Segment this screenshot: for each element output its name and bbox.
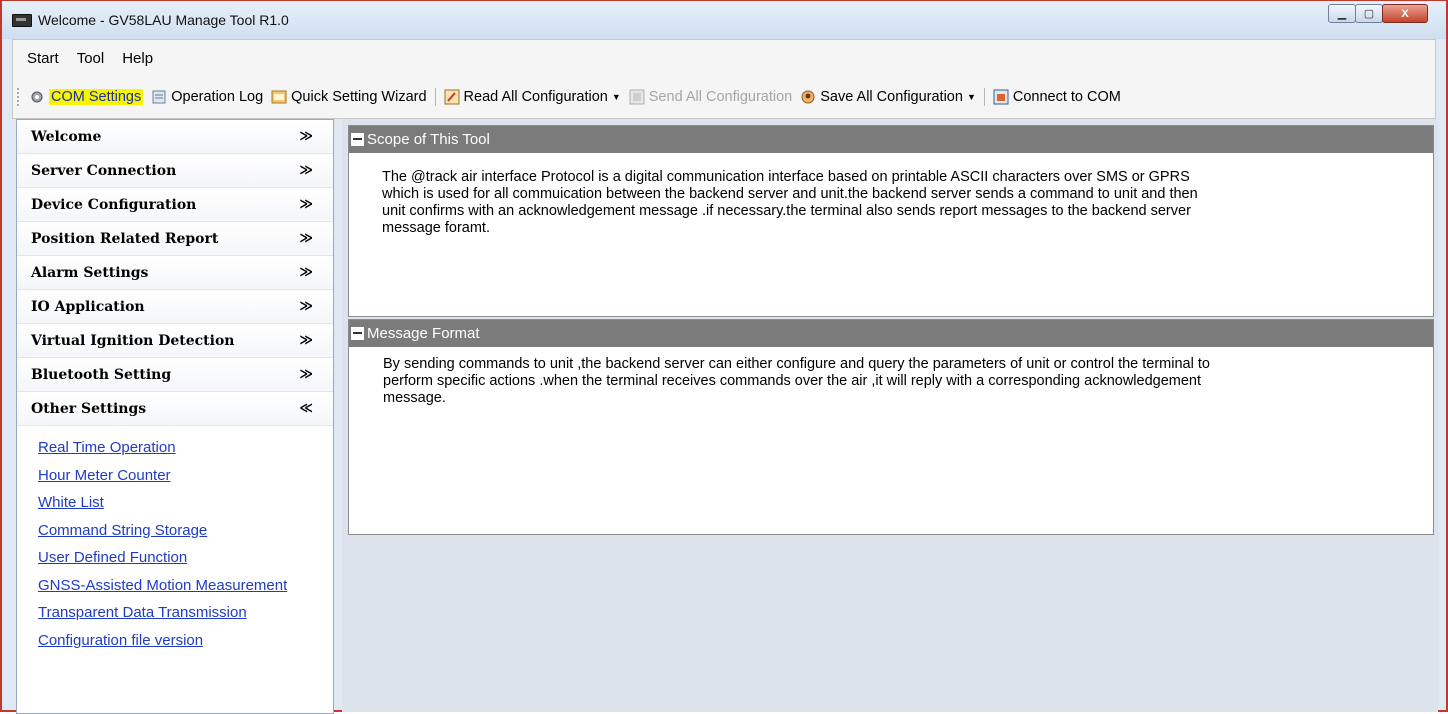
sidebar-item-label: Virtual Ignition Detection (31, 332, 235, 349)
chevron-double-down-icon[interactable]: ≫ (299, 299, 313, 314)
read-config-icon (444, 89, 460, 105)
link-gnss-assisted-motion-measurement[interactable]: GNSS-Assisted Motion Measurement (38, 572, 333, 600)
sidebar-item-device-configuration[interactable]: Device Configuration ≫ (17, 188, 333, 222)
sidebar-item-other-settings[interactable]: Other Settings ≪ (17, 392, 333, 426)
sidebar-item-position-related-report[interactable]: Position Related Report ≫ (17, 222, 333, 256)
link-command-string-storage[interactable]: Command String Storage (38, 517, 333, 545)
chevron-double-down-icon[interactable]: ≫ (299, 367, 313, 382)
toolbar-separator (983, 88, 985, 106)
link-transparent-data-transmission[interactable]: Transparent Data Transmission (38, 599, 333, 627)
chevron-double-down-icon[interactable]: ≫ (299, 197, 313, 212)
minimize-button[interactable]: ▁ (1328, 4, 1356, 23)
chevron-double-down-icon[interactable]: ≫ (299, 129, 313, 144)
chevron-double-down-icon[interactable]: ≫ (299, 231, 313, 246)
connect-icon (993, 89, 1009, 105)
sidebar-item-server-connection[interactable]: Server Connection ≫ (17, 154, 333, 188)
chevron-down-icon[interactable]: ▼ (967, 92, 976, 102)
app-window: Welcome - GV58LAU Manage Tool R1.0 ▁ ▢ X… (0, 0, 1448, 714)
chevron-double-down-icon[interactable]: ≫ (299, 333, 313, 348)
send-all-configuration-label: Send All Configuration (648, 89, 793, 105)
save-all-configuration-button[interactable]: Save All Configuration ▼ (800, 89, 976, 105)
gear-icon (29, 89, 45, 105)
sidebar-item-label: Device Configuration (31, 196, 197, 213)
menu-help[interactable]: Help (122, 50, 153, 67)
sidebar-item-label: Bluetooth Setting (31, 366, 172, 383)
link-user-defined-function[interactable]: User Defined Function (38, 544, 333, 572)
main-content: Scope of This Tool The @track air interf… (342, 119, 1438, 712)
sidebar-item-label: Welcome (31, 128, 102, 145)
scope-panel-body: The @track air interface Protocol is a d… (382, 169, 1198, 236)
wizard-icon (271, 89, 287, 105)
title-bar[interactable]: Welcome - GV58LAU Manage Tool R1.0 ▁ ▢ X (2, 1, 1446, 39)
sidebar-item-label: Position Related Report (31, 230, 219, 247)
save-all-configuration-label: Save All Configuration (820, 89, 963, 105)
chevron-double-down-icon[interactable]: ≫ (299, 265, 313, 280)
operation-log-button[interactable]: Operation Log (151, 89, 263, 105)
connect-to-com-button[interactable]: Connect to COM (993, 89, 1121, 105)
log-icon (151, 89, 167, 105)
maximize-button[interactable]: ▢ (1355, 4, 1383, 23)
toolbar: COM Settings Operation Log Quick Setting… (17, 84, 1431, 110)
read-all-configuration-button[interactable]: Read All Configuration ▼ (444, 89, 621, 105)
link-real-time-operation[interactable]: Real Time Operation (38, 434, 333, 462)
sidebar-item-bluetooth-setting[interactable]: Bluetooth Setting ≫ (17, 358, 333, 392)
sidebar-item-label: Alarm Settings (31, 264, 149, 281)
link-white-list[interactable]: White List (38, 489, 333, 517)
menu-toolbar-area: Start Tool Help COM Settings Operation L… (12, 39, 1436, 119)
chevron-double-up-icon[interactable]: ≪ (299, 401, 313, 416)
toolbar-separator (434, 88, 436, 106)
message-format-body: By sending commands to unit ,the backend… (383, 356, 1210, 406)
connect-to-com-label: Connect to COM (1012, 89, 1121, 105)
send-config-icon (629, 89, 645, 105)
sidebar: Welcome ≫ Server Connection ≫ Device Con… (16, 119, 334, 714)
collapse-icon[interactable] (351, 133, 364, 146)
toolbar-grip[interactable] (17, 88, 23, 106)
sidebar-item-io-application[interactable]: IO Application ≫ (17, 290, 333, 324)
scope-panel-header[interactable]: Scope of This Tool (349, 126, 1433, 153)
menu-start[interactable]: Start (27, 50, 59, 67)
sidebar-item-welcome[interactable]: Welcome ≫ (17, 120, 333, 154)
close-button[interactable]: X (1382, 4, 1428, 23)
window-title: Welcome - GV58LAU Manage Tool R1.0 (38, 12, 289, 28)
send-all-configuration-button[interactable]: Send All Configuration (629, 89, 793, 105)
menu-bar: Start Tool Help (27, 50, 153, 67)
other-settings-links: Real Time Operation Hour Meter Counter W… (17, 426, 333, 654)
collapse-icon[interactable] (351, 327, 364, 340)
read-all-configuration-label: Read All Configuration (463, 89, 608, 105)
sidebar-item-label: IO Application (31, 298, 145, 315)
link-hour-meter-counter[interactable]: Hour Meter Counter (38, 462, 333, 490)
chevron-down-icon[interactable]: ▼ (612, 92, 621, 102)
sidebar-item-label: Server Connection (31, 162, 177, 179)
message-format-title: Message Format (367, 325, 480, 342)
com-settings-label: COM Settings (49, 89, 144, 105)
window-controls: ▁ ▢ X (1328, 4, 1428, 23)
operation-log-label: Operation Log (171, 89, 264, 105)
sidebar-item-alarm-settings[interactable]: Alarm Settings ≫ (17, 256, 333, 290)
com-settings-button[interactable]: COM Settings (29, 89, 144, 105)
scope-panel-title: Scope of This Tool (367, 131, 490, 148)
sidebar-item-virtual-ignition-detection[interactable]: Virtual Ignition Detection ≫ (17, 324, 333, 358)
quick-setting-wizard-label: Quick Setting Wizard (291, 89, 427, 105)
scope-panel: Scope of This Tool The @track air interf… (348, 125, 1434, 317)
menu-tool[interactable]: Tool (77, 50, 105, 67)
message-format-panel: Message Format By sending commands to un… (348, 319, 1434, 535)
quick-setting-wizard-button[interactable]: Quick Setting Wizard (271, 89, 427, 105)
sidebar-item-label: Other Settings (31, 400, 147, 417)
save-config-icon (800, 89, 816, 105)
chevron-double-down-icon[interactable]: ≫ (299, 163, 313, 178)
app-icon (12, 13, 32, 27)
message-format-header[interactable]: Message Format (349, 320, 1433, 347)
link-configuration-file-version[interactable]: Configuration file version (38, 627, 333, 655)
